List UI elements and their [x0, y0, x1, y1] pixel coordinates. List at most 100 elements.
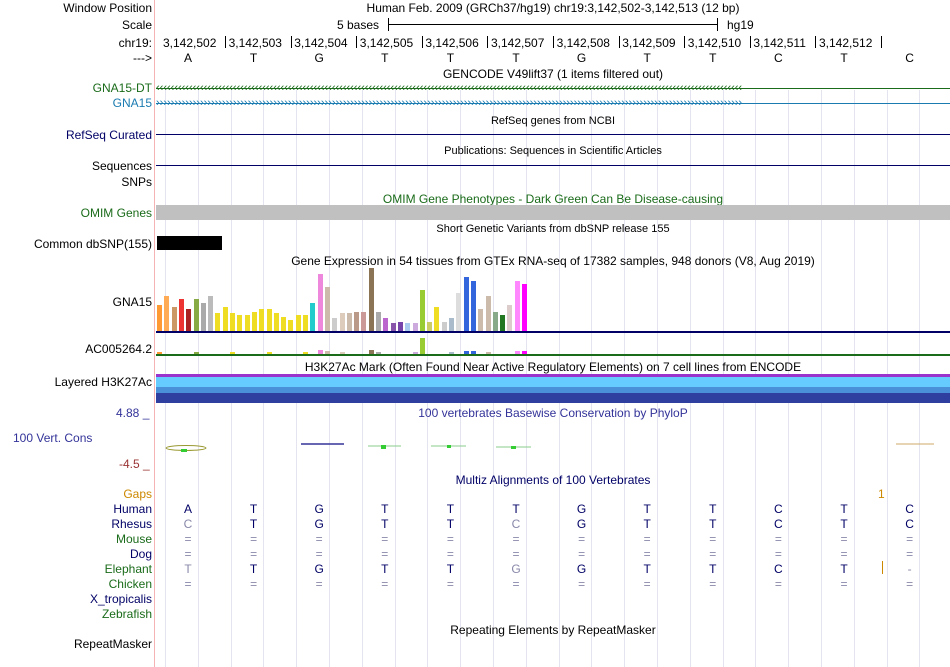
gtex-bar[interactable] — [361, 312, 367, 331]
alignment-base: T — [643, 502, 651, 516]
gtex-bar[interactable] — [171, 307, 177, 331]
position-tick-label: 3,142,505 — [359, 36, 414, 50]
cons-mark — [181, 449, 187, 452]
gtex-bar[interactable] — [200, 303, 206, 331]
alignment-base: G — [576, 502, 587, 516]
species-label[interactable]: Chicken — [109, 577, 152, 591]
gtex-bar[interactable] — [514, 281, 520, 331]
alignment-base: = — [840, 577, 848, 591]
gtex-bar[interactable] — [478, 309, 484, 331]
gtex-bar[interactable] — [507, 305, 513, 331]
h3k27ac-title: H3K27Ac Mark (Often Found Near Active Re… — [304, 360, 802, 374]
snps-label[interactable]: SNPs — [121, 175, 152, 189]
gtex-bar[interactable] — [164, 296, 170, 331]
repeatmasker-title: Repeating Elements by RepeatMasker — [450, 623, 656, 637]
alignment-base: C — [905, 517, 914, 531]
gtex-bar[interactable] — [266, 309, 272, 331]
species-label[interactable]: X_tropicalis — [90, 592, 152, 606]
gtex-gene1-line[interactable] — [156, 331, 950, 333]
gtex-bar[interactable] — [273, 313, 279, 331]
gtex-bar[interactable] — [317, 274, 323, 331]
gtex-bar[interactable] — [500, 315, 506, 331]
gtex-bar[interactable] — [383, 318, 389, 331]
gtex-bar[interactable] — [208, 296, 214, 331]
species-label[interactable]: Human — [113, 502, 152, 516]
strand-arrow-label: ---> — [133, 51, 152, 65]
sequences-label[interactable]: Sequences — [92, 159, 152, 173]
gtex-bar[interactable] — [259, 309, 265, 331]
gtex-bar[interactable] — [470, 281, 476, 331]
gtex-bar[interactable] — [332, 318, 338, 331]
gtex-bar[interactable] — [522, 284, 527, 331]
gtex-bar[interactable] — [230, 313, 235, 331]
gtex-bar[interactable] — [427, 322, 433, 331]
gtex-bar-small[interactable] — [419, 338, 425, 354]
gtex-bar[interactable] — [251, 312, 257, 331]
base-letter: T — [709, 51, 717, 65]
gtex-bar[interactable] — [157, 305, 162, 331]
gtex-bar[interactable] — [485, 296, 491, 331]
gtex-bar[interactable] — [222, 307, 228, 331]
gencode-track-gna15-dt[interactable]: GNA15-DT — [93, 81, 152, 95]
gtex-bar[interactable] — [193, 299, 199, 331]
position-tick-label: 3,142,507 — [491, 36, 545, 50]
gtex-bar[interactable] — [449, 318, 454, 331]
species-label[interactable]: Elephant — [105, 562, 152, 576]
gtex-bar[interactable] — [339, 313, 345, 331]
gtex-bar[interactable] — [303, 315, 308, 331]
gtex-bar[interactable] — [368, 268, 374, 331]
position-tick — [881, 36, 882, 48]
gtex-bar[interactable] — [412, 323, 418, 331]
gtex-bar[interactable] — [295, 315, 301, 331]
gtex-bar[interactable] — [186, 309, 192, 331]
repeatmasker-label[interactable]: RepeatMasker — [74, 637, 152, 651]
gtex-bar[interactable] — [405, 323, 411, 331]
gencode-title: GENCODE V49lift37 (1 items filtered out) — [442, 67, 664, 81]
gtex-bar[interactable] — [178, 299, 184, 331]
gtex-bar[interactable] — [281, 317, 287, 331]
alignment-base: = — [446, 547, 454, 561]
gtex-bar[interactable] — [397, 322, 403, 331]
gtex-bar[interactable] — [441, 322, 447, 331]
gtex-bar[interactable] — [288, 320, 294, 331]
species-label[interactable]: Zebrafish — [102, 607, 152, 621]
sequences-line[interactable] — [156, 165, 950, 166]
position-tick-label: 3,142,502 — [163, 36, 217, 50]
gtex-gene1-label[interactable]: GNA15 — [113, 295, 152, 309]
gtex-bar[interactable] — [215, 313, 221, 331]
gtex-bar[interactable] — [390, 323, 396, 331]
gtex-bar[interactable] — [419, 290, 425, 331]
species-label[interactable]: Rhesus — [111, 517, 152, 531]
gtex-bar[interactable] — [376, 312, 381, 331]
scale-bar-left-tick — [388, 18, 389, 31]
omim-feature-bar[interactable] — [156, 205, 950, 220]
alignment-base: T — [643, 517, 651, 531]
alignment-base: T — [446, 562, 455, 576]
gtex-gene2-label[interactable]: AC005264.2 — [85, 342, 152, 356]
position-tick — [487, 36, 489, 48]
gtex-bar[interactable] — [310, 303, 316, 331]
gtex-bar[interactable] — [237, 315, 243, 331]
gtex-bar[interactable] — [434, 307, 440, 331]
species-label[interactable]: Dog — [130, 547, 152, 561]
species-label[interactable]: Mouse — [116, 532, 152, 546]
gencode-track-gna15[interactable]: GNA15 — [113, 96, 152, 110]
gtex-bar[interactable] — [463, 277, 469, 331]
refseq-line[interactable] — [156, 134, 950, 135]
position-tick — [618, 36, 620, 48]
gtex-bar[interactable] — [492, 312, 498, 331]
gtex-bar[interactable] — [456, 293, 462, 331]
gtex-bar[interactable] — [324, 287, 330, 331]
refseq-label[interactable]: RefSeq Curated — [66, 128, 152, 142]
dbsnp-feature[interactable] — [157, 236, 222, 250]
alignment-base: = — [184, 577, 192, 591]
gtex-gene2-line[interactable] — [156, 354, 950, 356]
h3k27ac-label[interactable]: Layered H3K27Ac — [55, 375, 152, 389]
gtex-bar[interactable] — [346, 313, 352, 331]
omim-label[interactable]: OMIM Genes — [81, 206, 152, 220]
dbsnp-label[interactable]: Common dbSNP(155) — [34, 237, 152, 251]
cons-label[interactable]: 100 Vert. Cons — [13, 431, 92, 445]
gtex-bar[interactable] — [354, 312, 360, 331]
gtex-bar[interactable] — [244, 315, 250, 331]
h3k27ac-layer-3 — [156, 393, 950, 403]
